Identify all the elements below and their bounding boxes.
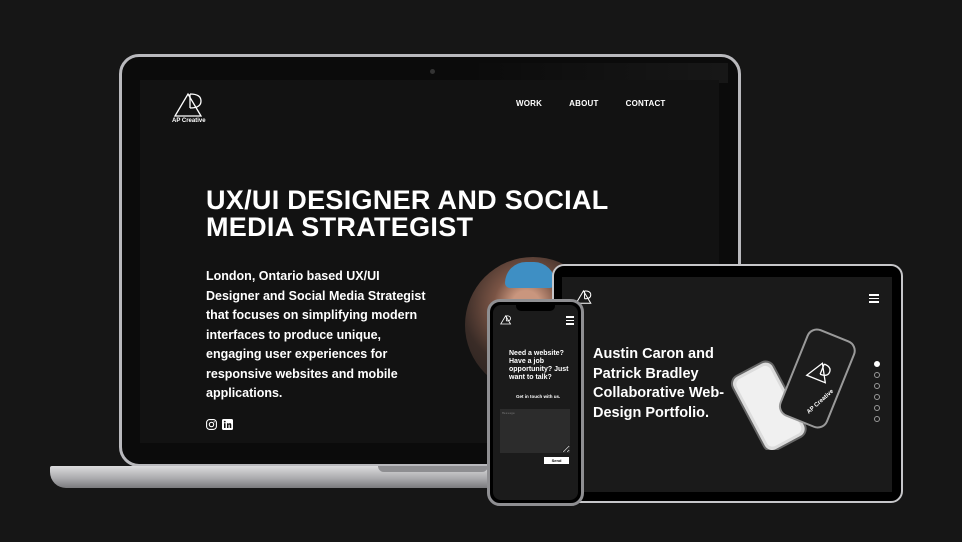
main-nav: WORK ABOUT CONTACT [516, 99, 666, 108]
phone-notch [516, 305, 555, 311]
tablet-screen: Austin Caron and Patrick Bradley Collabo… [562, 277, 892, 492]
slide-dot-1[interactable] [874, 361, 880, 367]
phone-menu-icon[interactable] [566, 316, 574, 325]
phone-send-button[interactable]: Send [544, 457, 569, 464]
ap-creative-logo[interactable]: AP Creative [172, 91, 206, 124]
hero-description: London, Ontario based UX/UI Designer and… [206, 269, 426, 400]
hero-title: UX/UI DESIGNER AND SOCIAL MEDIA STRATEGI… [206, 185, 609, 242]
nav-contact[interactable]: CONTACT [626, 99, 666, 108]
phones-mockup-image: AP Creative [730, 328, 856, 450]
laptop-camera [430, 69, 435, 74]
slide-dot-6[interactable] [874, 416, 880, 422]
phone-screen: Need a website? Have a job opportunity? … [493, 305, 578, 500]
nav-work[interactable]: WORK [516, 99, 542, 108]
ap-logo-icon [173, 92, 202, 117]
instagram-icon[interactable] [206, 419, 217, 430]
tablet-title: Austin Caron and Patrick Bradley Collabo… [593, 346, 725, 421]
social-links [206, 419, 233, 430]
slide-dot-4[interactable] [874, 394, 880, 400]
linkedin-icon[interactable] [222, 419, 233, 430]
slide-dot-5[interactable] [874, 405, 880, 411]
slide-indicator [874, 361, 880, 422]
laptop-notch [378, 466, 488, 472]
phone-question-text: Need a website? Have a job opportunity? … [509, 350, 569, 381]
nav-about[interactable]: ABOUT [569, 99, 598, 108]
slide-dot-3[interactable] [874, 383, 880, 389]
phone-ap-logo-icon[interactable] [500, 314, 512, 325]
tablet-menu-icon[interactable] [869, 294, 879, 303]
logo-text: AP Creative [172, 118, 206, 124]
slide-dot-2[interactable] [874, 372, 880, 378]
phone-message-input[interactable] [500, 409, 570, 453]
phone-contact-label: Get in touch with us. [516, 394, 561, 399]
profile-photo-cap [505, 262, 555, 288]
